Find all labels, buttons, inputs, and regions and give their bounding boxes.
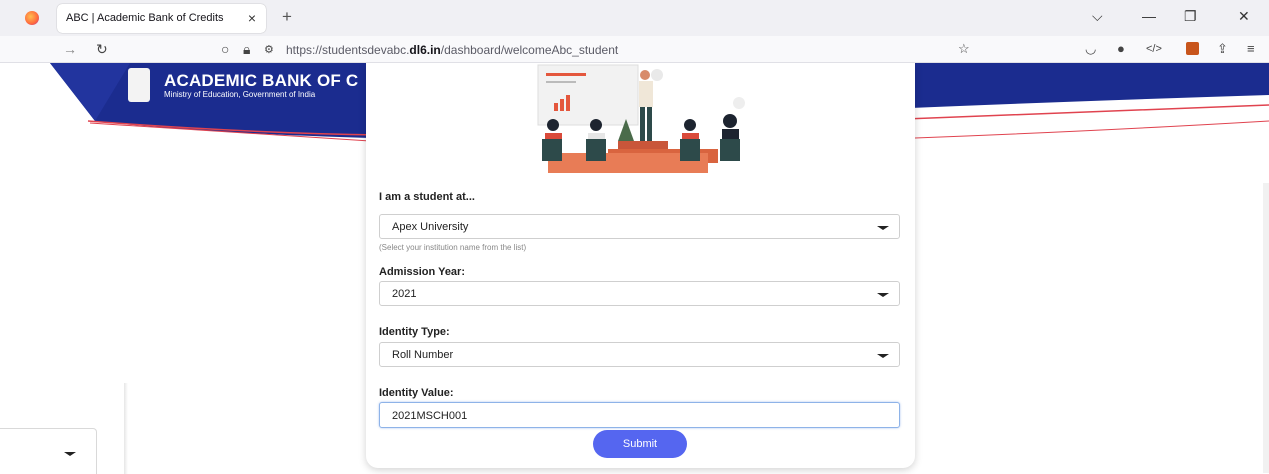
url-domain: dl6.in: [409, 43, 441, 57]
student-form-card: I am a student at... Apex University (Se…: [366, 63, 915, 468]
classroom-illustration: [537, 64, 745, 173]
chevron-down-icon: [877, 354, 889, 358]
submit-button[interactable]: Submit: [593, 430, 687, 458]
site-subtitle: Ministry of Education, Government of Ind…: [164, 90, 316, 99]
minimize-icon[interactable]: —: [1142, 8, 1156, 24]
institution-label: I am a student at...: [379, 191, 475, 203]
chevron-down-icon: [877, 293, 889, 297]
background-dropdown[interactable]: [0, 428, 97, 474]
admission-year-value: 2021: [392, 288, 417, 300]
site-title: ACADEMIC BANK OF C: [164, 71, 359, 90]
account-icon[interactable]: ●: [1117, 41, 1125, 56]
window-close-icon[interactable]: ✕: [1238, 8, 1250, 25]
page-scrollbar[interactable]: [1263, 183, 1269, 473]
identity-type-label: Identity Type:: [379, 326, 450, 338]
restore-icon[interactable]: ❐: [1184, 8, 1197, 25]
address-bar[interactable]: https://studentsdevabc.dl6.in/dashboard/…: [286, 43, 618, 57]
background-panel-edge: [124, 383, 128, 474]
tab-title: ABC | Academic Bank of Credits: [66, 12, 224, 24]
browser-tab-bar: ABC | Academic Bank of Credits × + ⌵ — ❐…: [0, 0, 1269, 36]
url-prefix: https://studentsdevabc.: [286, 43, 410, 57]
browser-tab[interactable]: ABC | Academic Bank of Credits ×: [57, 4, 266, 33]
identity-value-label: Identity Value:: [379, 387, 454, 399]
chevron-down-icon: [877, 226, 889, 230]
institution-hint: (Select your institution name from the l…: [379, 243, 527, 252]
forward-icon[interactable]: →: [63, 41, 77, 57]
extension-icon[interactable]: [1186, 42, 1199, 55]
firefox-icon: [25, 11, 39, 25]
browser-nav-bar: → ↻ ○ 🔒︎ ⚙ https://studentsdevabc.dl6.in…: [0, 36, 1269, 63]
admission-year-select[interactable]: 2021: [379, 281, 900, 306]
identity-value-input[interactable]: 2021MSCH001: [379, 402, 900, 428]
url-path: /dashboard/welcomeAbc_student: [440, 43, 619, 57]
bookmark-star-icon[interactable]: ☆: [958, 41, 970, 57]
new-tab-button[interactable]: +: [282, 7, 292, 27]
tab-list-icon[interactable]: ⌵: [1092, 8, 1103, 25]
identity-type-value: Roll Number: [392, 349, 454, 361]
admission-year-label: Admission Year:: [379, 266, 465, 278]
menu-icon[interactable]: ≡: [1247, 41, 1255, 56]
identity-value-text: 2021MSCH001: [392, 410, 468, 422]
institution-select-value: Apex University: [392, 221, 469, 233]
web-page: ACADEMIC BANK OF C Ministry of Education…: [0, 63, 1269, 474]
chevron-down-icon: [64, 452, 76, 456]
national-emblem-logo: [128, 68, 150, 102]
share-icon[interactable]: ⇪: [1217, 41, 1228, 57]
identity-type-select[interactable]: Roll Number: [379, 342, 900, 367]
lock-icon[interactable]: 🔒︎: [243, 41, 250, 58]
pocket-icon[interactable]: ◡: [1085, 41, 1096, 57]
institution-select[interactable]: Apex University: [379, 214, 900, 239]
shield-icon[interactable]: ○: [221, 41, 229, 57]
reload-icon[interactable]: ↻: [96, 41, 108, 58]
devtools-icon[interactable]: </>: [1146, 43, 1162, 55]
tab-close-icon[interactable]: ×: [248, 10, 256, 26]
permissions-icon[interactable]: ⚙: [264, 43, 274, 56]
